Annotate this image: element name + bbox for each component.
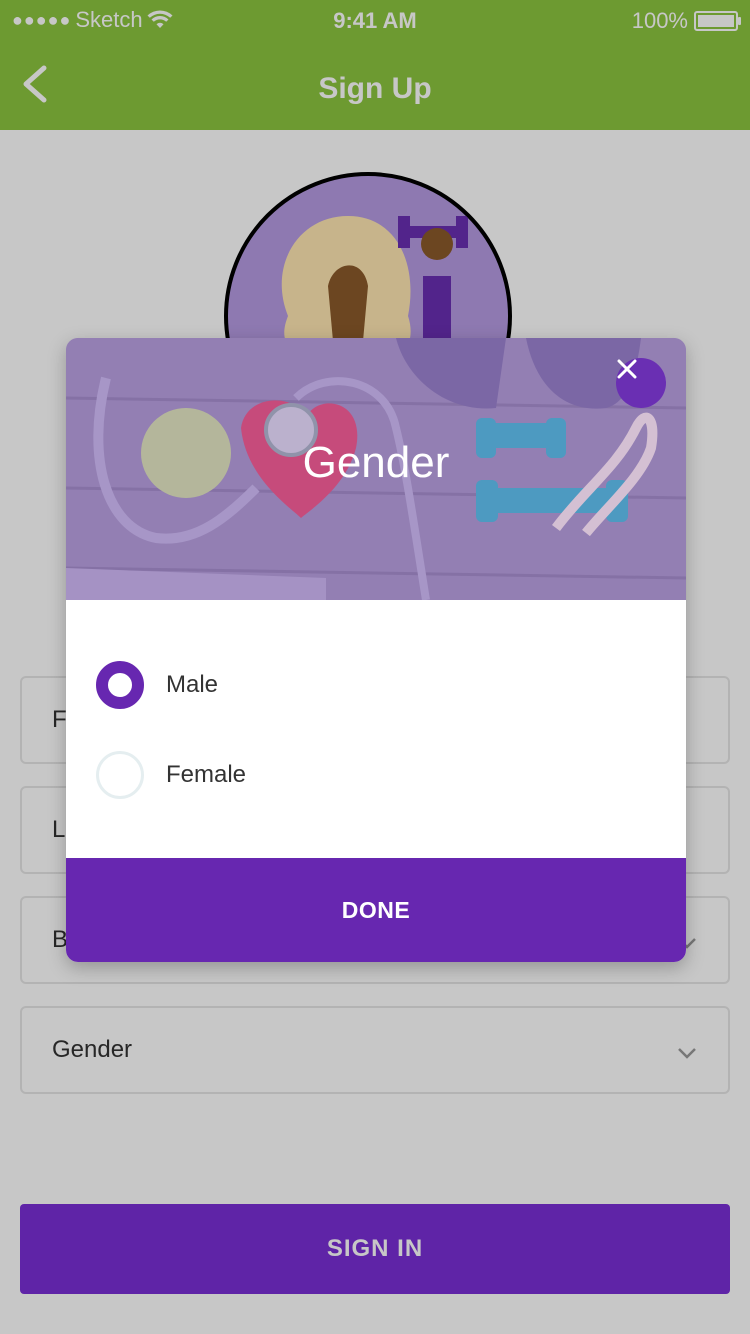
done-button[interactable]: DONE	[66, 858, 686, 962]
option-male[interactable]: Male	[96, 660, 218, 710]
option-female[interactable]: Female	[96, 750, 246, 800]
modal-header: Gender	[66, 338, 686, 600]
option-female-label: Female	[166, 761, 247, 788]
modal-title: Gender	[302, 438, 450, 487]
gender-modal: Gender Male Female DONE	[66, 338, 686, 962]
radio-female[interactable]	[96, 751, 144, 799]
close-icon	[617, 359, 637, 379]
gender-options: Male Female	[66, 600, 686, 858]
option-male-label: Male	[166, 671, 219, 698]
radio-male[interactable]	[96, 661, 144, 709]
close-button[interactable]	[616, 358, 666, 408]
